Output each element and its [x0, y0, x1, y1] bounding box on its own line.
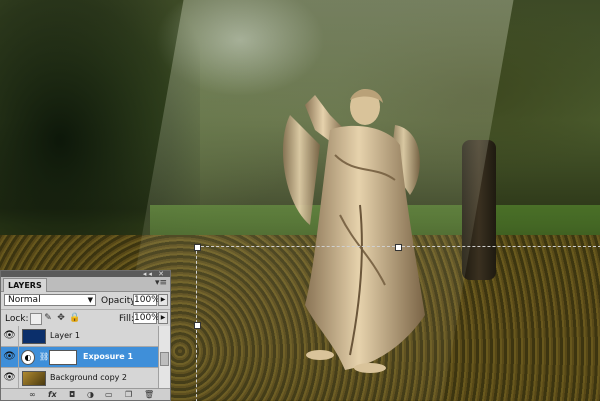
layers-scrollbar[interactable] [158, 326, 170, 390]
angel-statue [282, 89, 425, 373]
lock-position-icon[interactable]: ✥ [56, 313, 66, 323]
layer-thumbnail [22, 329, 46, 344]
layers-panel: ◂◂ ✕ LAYERS ▾≡ Normal ▼ Opacity: 100% ▶ … [0, 270, 171, 401]
layer-name[interactable]: Layer 1 [50, 331, 80, 340]
layer-name[interactable]: Background copy 2 [50, 373, 127, 382]
transform-handle[interactable] [395, 244, 402, 251]
panel-bottom-toolbar: ∞ fx ◘ ◑ ▭ ❐ 🗑 [1, 388, 170, 400]
fill-slider-button[interactable]: ▶ [158, 312, 168, 324]
tab-layers[interactable]: LAYERS [3, 278, 47, 292]
visibility-eye-icon[interactable]: 👁 [1, 347, 19, 367]
layer-name[interactable]: Exposure 1 [83, 352, 133, 361]
lock-label: Lock: [5, 314, 29, 324]
blend-mode-select[interactable]: Normal ▼ [4, 294, 96, 306]
link-icon[interactable]: ∞ [29, 389, 36, 400]
visibility-eye-icon[interactable]: 👁 [1, 368, 19, 388]
lock-transparent-icon[interactable] [30, 313, 42, 325]
exposure-adjustment-icon: ◐ [21, 350, 35, 365]
transform-handle[interactable] [194, 244, 201, 251]
lock-all-icon[interactable]: 🔒 [69, 313, 80, 323]
mask-icon[interactable]: ◘ [69, 389, 75, 400]
layer-thumbnail [22, 371, 46, 386]
fill-field[interactable]: 100% [133, 312, 160, 324]
scrollbar-thumb[interactable] [160, 352, 169, 366]
new-layer-icon[interactable]: ❐ [125, 389, 132, 400]
chevron-down-icon: ▼ [87, 296, 93, 304]
panel-menu-icon[interactable]: ▾≡ [155, 278, 167, 288]
visibility-eye-icon[interactable]: 👁 [1, 326, 19, 346]
layer-mask-thumbnail[interactable] [49, 350, 77, 365]
mask-link-icon[interactable]: ⛓ [39, 352, 49, 361]
layer-row-layer-1[interactable]: 👁 Layer 1 [1, 326, 159, 347]
opacity-field[interactable]: 100% [133, 294, 160, 306]
fill-label: Fill: [119, 314, 135, 324]
fx-icon[interactable]: fx [48, 389, 57, 400]
trash-icon[interactable]: 🗑 [144, 389, 154, 400]
panel-tab-row: LAYERS ▾≡ [1, 277, 170, 292]
layers-list: 👁 Layer 1 👁 ◐ ⛓ Exposure 1 👁 Background … [1, 326, 159, 390]
layer-row-exposure-1[interactable]: 👁 ◐ ⛓ Exposure 1 [1, 347, 159, 368]
folder-icon[interactable]: ▭ [105, 389, 113, 400]
blend-mode-value: Normal [8, 295, 41, 305]
transform-handle[interactable] [194, 322, 201, 329]
layer-row-background-copy-2[interactable]: 👁 Background copy 2 [1, 368, 159, 389]
opacity-slider-button[interactable]: ▶ [158, 294, 168, 306]
blend-opacity-row: Normal ▼ Opacity: 100% ▶ [1, 292, 170, 310]
adjustment-icon[interactable]: ◑ [87, 389, 94, 400]
lock-image-pixels-icon[interactable]: ✎ [43, 313, 53, 323]
